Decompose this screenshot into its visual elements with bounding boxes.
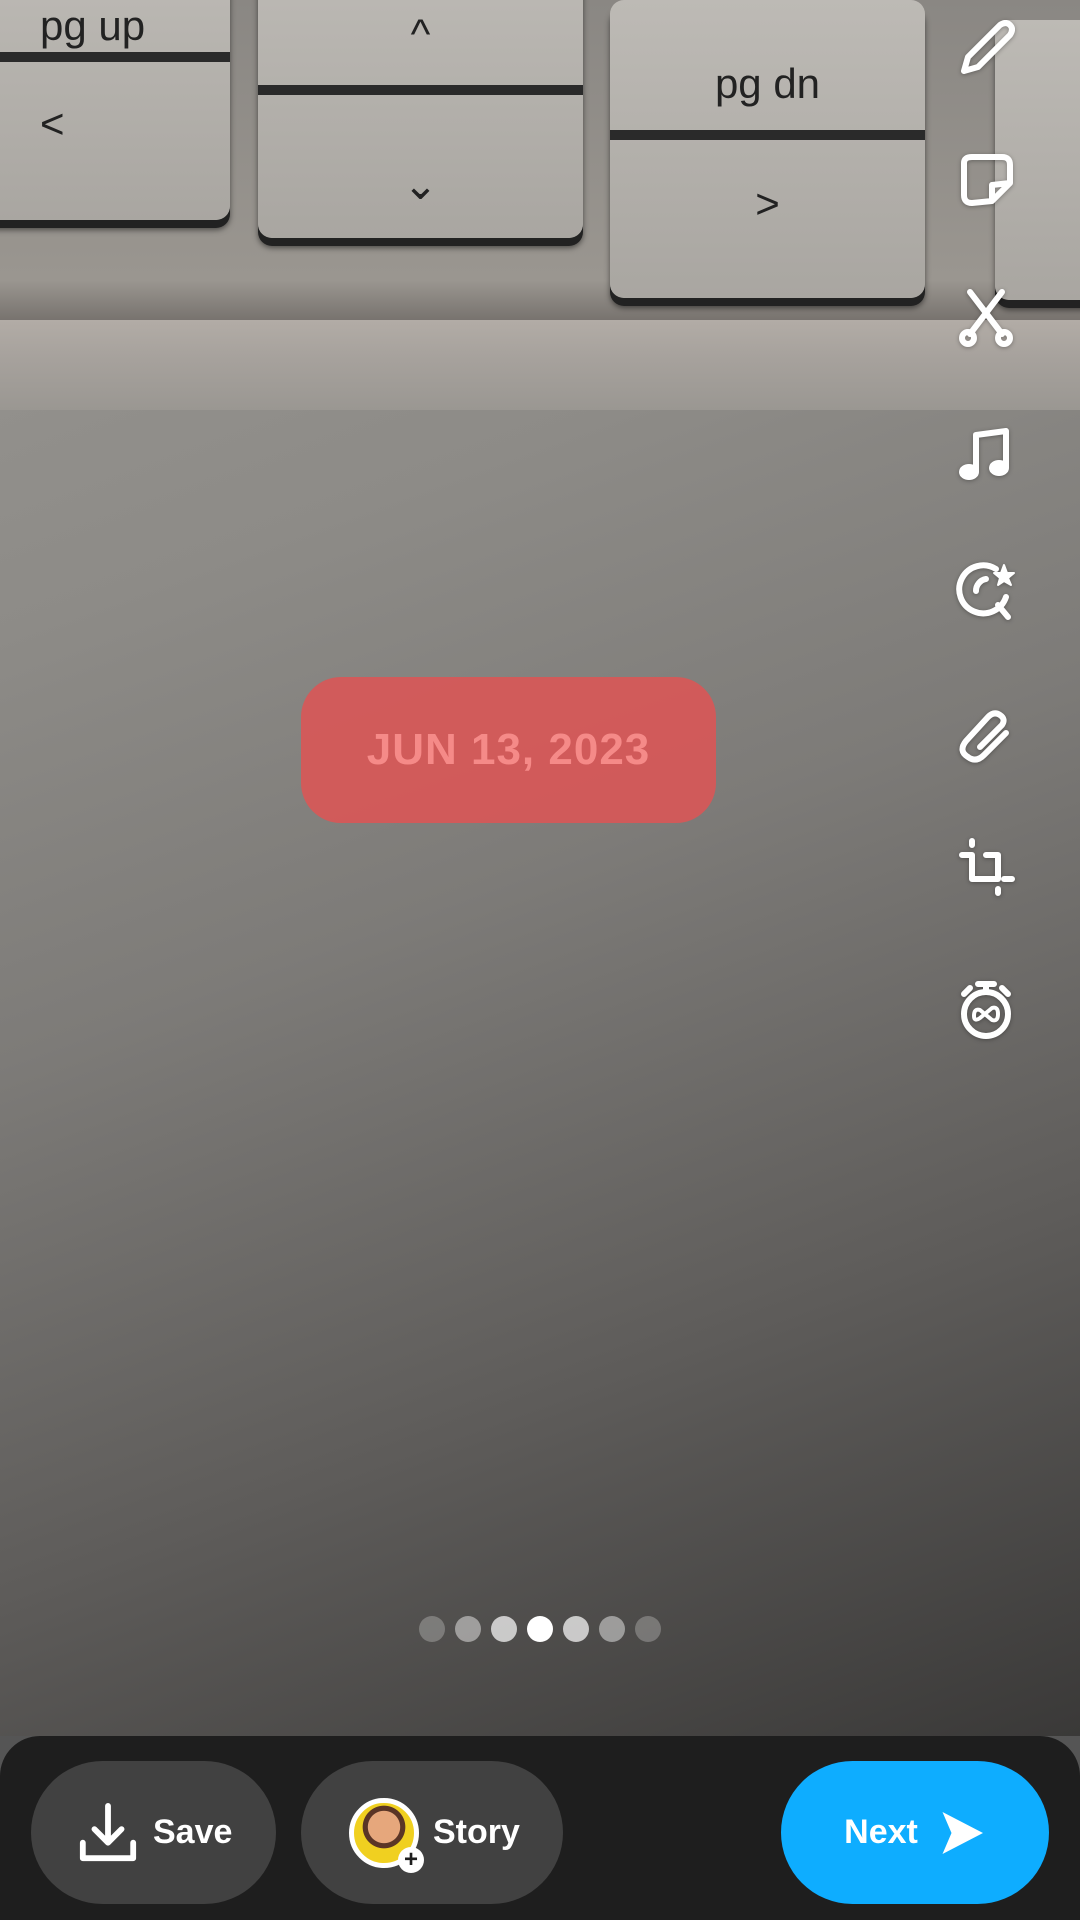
date-sticker[interactable]: JUN 13, 2023 xyxy=(301,677,716,823)
download-icon xyxy=(79,1802,137,1861)
key-pgdn: pg dn > xyxy=(610,0,925,298)
crop-icon xyxy=(959,838,1015,896)
lens-star-icon xyxy=(956,562,1015,620)
page-dot-active xyxy=(527,1616,553,1642)
next-label: Next xyxy=(844,1813,918,1851)
key-arrows-updown: ^ ⌄ xyxy=(258,0,583,238)
pencil-icon xyxy=(961,20,1015,74)
paperclip-icon xyxy=(959,710,1009,763)
add-plus-icon: + xyxy=(398,1846,424,1873)
timer-infinity-icon xyxy=(961,981,1011,1039)
page-dot xyxy=(491,1616,517,1642)
timer-tool-button[interactable] xyxy=(951,975,1021,1045)
key-label-pgup: pg up xyxy=(40,2,146,49)
send-arrow-icon xyxy=(942,1811,983,1854)
scissors-tool-button[interactable] xyxy=(951,283,1021,353)
next-button[interactable]: Next xyxy=(781,1761,1049,1904)
bottom-action-bar: Save + Story Next xyxy=(0,1736,1080,1920)
page-dot xyxy=(455,1616,481,1642)
page-dot xyxy=(599,1616,625,1642)
page-dot xyxy=(563,1616,589,1642)
attach-link-button[interactable] xyxy=(951,700,1021,770)
bitmoji-avatar: + xyxy=(349,1797,424,1873)
page-dot xyxy=(419,1616,445,1642)
snap-photo: pg up < ^ ⌄ pg dn > xyxy=(0,0,1080,1736)
story-label: Story xyxy=(433,1813,520,1851)
music-icon xyxy=(959,428,1009,480)
key-label-pgdn: pg dn xyxy=(714,60,821,107)
scissors-icon xyxy=(959,289,1013,347)
sticker-tool-button[interactable] xyxy=(951,146,1021,216)
story-button[interactable]: + Story xyxy=(301,1761,563,1904)
page-dot xyxy=(635,1616,661,1642)
draw-tool-button[interactable] xyxy=(951,14,1021,84)
save-label: Save xyxy=(153,1813,233,1851)
lens-tool-button[interactable] xyxy=(951,556,1021,626)
key-pgup-left: pg up < xyxy=(0,0,230,220)
music-tool-button[interactable] xyxy=(951,418,1021,488)
crop-tool-button[interactable] xyxy=(951,832,1021,902)
keyboard-edge xyxy=(0,320,1080,410)
page-indicator xyxy=(0,1616,1080,1642)
save-button[interactable]: Save xyxy=(31,1761,276,1904)
date-text: JUN 13, 2023 xyxy=(366,725,651,774)
sticker-icon xyxy=(961,154,1013,206)
